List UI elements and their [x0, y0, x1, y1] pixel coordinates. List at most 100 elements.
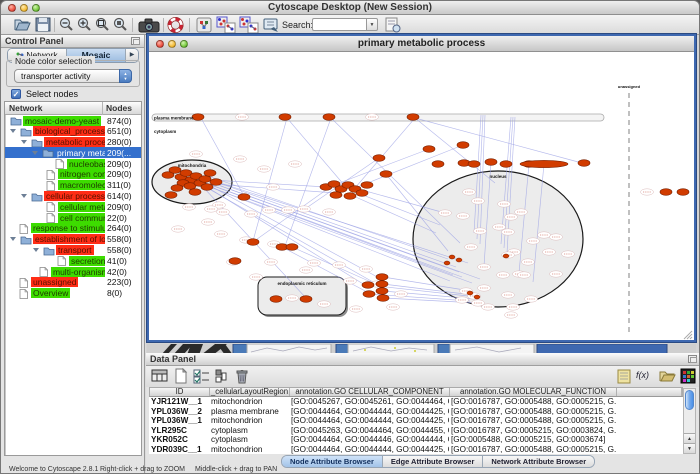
attribute-matrix-icon[interactable]: [214, 368, 228, 385]
network-node-small[interactable]: [456, 258, 462, 262]
network-node-small[interactable]: [467, 291, 473, 295]
zoom-fit-icon[interactable]: [94, 16, 110, 34]
zoom-in-icon[interactable]: [76, 16, 92, 34]
tree-row[interactable]: Overview8(0): [5, 288, 141, 299]
tree-row[interactable]: multi-organism pro42(0): [5, 266, 141, 277]
table-cell[interactable]: [GO:0044464, GO:0044444, GO:0044425, G..…: [289, 407, 449, 417]
network-node[interactable]: [286, 244, 298, 251]
network-node[interactable]: [210, 179, 222, 186]
table-cell[interactable]: mitochondrion: [209, 445, 289, 455]
tree-row[interactable]: mosaic-demo-yeast874(0): [5, 115, 141, 126]
tree-row-label[interactable]: response to stimulu: [31, 223, 105, 233]
tree-row-label[interactable]: transport: [56, 245, 94, 255]
network-node[interactable]: [377, 295, 389, 302]
window-titlebar[interactable]: Cytoscape Desktop (New Session): [1, 1, 699, 15]
tree-row-label[interactable]: nucleobase-: [67, 159, 105, 169]
select-nodes-checkbox[interactable]: ✓: [11, 89, 21, 99]
tree-row[interactable]: establishment of lo558(0): [5, 234, 141, 245]
column-header[interactable]: _cellularLayoutRegion: [210, 388, 290, 396]
tree-row-label[interactable]: multi-organism pro: [51, 267, 105, 277]
select-attributes-icon[interactable]: [193, 368, 211, 385]
network-node-small[interactable]: [474, 295, 480, 299]
network-canvas[interactable]: plasma membranecytoplasmmitochondrianucl…: [150, 53, 693, 340]
import-attributes-icon[interactable]: [658, 368, 677, 385]
network-node[interactable]: [270, 296, 282, 303]
node-color-dropdown[interactable]: transporter activity ▲▼: [14, 69, 132, 83]
tree-row[interactable]: nitrogen compo209(0): [5, 169, 141, 180]
network-node[interactable]: [578, 160, 590, 167]
tree-row[interactable]: cellular process614(0): [5, 191, 141, 202]
snapshot-icon[interactable]: [138, 16, 161, 34]
network-node[interactable]: [376, 288, 388, 295]
table-row[interactable]: YPL036W__2plasma membrane[GO:0044464, GO…: [149, 407, 683, 417]
network-node[interactable]: [423, 146, 435, 153]
resize-grip[interactable]: [690, 337, 692, 339]
tree-row[interactable]: unassigned223(0): [5, 277, 141, 288]
tree-row[interactable]: metabolic process280(0): [5, 137, 141, 148]
float-panel-icon[interactable]: [131, 37, 140, 45]
tree-row-label[interactable]: establishment of lo: [33, 234, 105, 244]
tree-row-label[interactable]: cellular metabol: [58, 202, 105, 212]
network-edge[interactable]: [207, 187, 368, 287]
tree-row-label[interactable]: cell communicat: [58, 213, 105, 223]
network-node[interactable]: [201, 184, 213, 191]
network-node[interactable]: [189, 189, 201, 196]
network-node[interactable]: [204, 170, 216, 177]
table-cell[interactable]: cytoplasm: [209, 426, 289, 436]
network-node[interactable]: [356, 190, 368, 197]
zoom-out-icon[interactable]: [58, 16, 74, 34]
attribute-function-icon[interactable]: f(x): [636, 368, 649, 385]
tree-row-label[interactable]: secretion: [69, 256, 105, 266]
network-node[interactable]: [279, 114, 291, 121]
tree-row-label[interactable]: primary metabo: [55, 148, 105, 158]
network-node[interactable]: [376, 274, 388, 281]
table-cell[interactable]: [GO:0016787, GO:0005488, GO:0005215, G..…: [449, 416, 616, 426]
tree-row[interactable]: cell communicat22(0): [5, 212, 141, 223]
tree-row[interactable]: cellular metabol209(0): [5, 201, 141, 212]
table-cell[interactable]: YPL036W__2: [149, 407, 209, 417]
network-view-window[interactable]: primary metabolic process plasma membran…: [147, 34, 696, 342]
expander-icon[interactable]: [21, 194, 27, 198]
network-node[interactable]: [407, 114, 419, 121]
table-cell[interactable]: YKR052C: [149, 435, 209, 445]
network-node[interactable]: [247, 239, 259, 246]
open-session-icon[interactable]: [13, 16, 32, 34]
table-cell[interactable]: mitochondrion: [209, 416, 289, 426]
tree-row[interactable]: secretion41(0): [5, 255, 141, 266]
expander-icon[interactable]: [10, 237, 16, 241]
network-node[interactable]: [660, 189, 672, 196]
help-icon[interactable]: [167, 16, 184, 34]
network-node[interactable]: [344, 193, 356, 200]
network-node[interactable]: [361, 182, 373, 189]
table-cell[interactable]: mitochondrion: [209, 397, 289, 407]
tree-row-label[interactable]: nitrogen compo: [58, 169, 105, 179]
expander-icon[interactable]: [10, 129, 16, 133]
table-cell[interactable]: plasma membrane: [209, 407, 289, 417]
save-session-icon[interactable]: [34, 16, 52, 34]
network-node[interactable]: [373, 155, 385, 162]
network-node[interactable]: [500, 161, 512, 168]
tree-row[interactable]: macromolecule311(0): [5, 180, 141, 191]
tree-row[interactable]: biological_process651(0): [5, 126, 141, 137]
column-header[interactable]: ID: [150, 388, 210, 396]
attribute-batch-icon[interactable]: [680, 368, 696, 385]
table-row[interactable]: YJR121W__1mitochondrion[GO:0045267, GO:0…: [149, 397, 683, 407]
attribute-table-icon[interactable]: [151, 368, 169, 385]
copy-network-style-icon[interactable]: [239, 16, 260, 34]
network-edge[interactable]: [415, 118, 582, 163]
table-cell[interactable]: [GO:0045263, GO:0044464, GO:0044455, G..…: [289, 426, 449, 436]
expander-icon[interactable]: [21, 140, 27, 144]
network-view-titlebar[interactable]: primary metabolic process: [149, 36, 694, 52]
expander-icon[interactable]: [32, 151, 38, 155]
network-node[interactable]: [238, 194, 250, 201]
table-cell[interactable]: [GO:0016787, GO:0005488, GO:0005215, G..…: [449, 397, 616, 407]
copy-network-view-icon[interactable]: [216, 16, 237, 34]
network-node[interactable]: [323, 114, 335, 121]
network-edge[interactable]: [287, 118, 345, 186]
network-node[interactable]: [199, 176, 211, 183]
dropdown-stepper-icon[interactable]: ▲▼: [119, 69, 132, 83]
network-node-cluster[interactable]: [520, 160, 568, 167]
network-node[interactable]: [376, 281, 388, 288]
table-cell[interactable]: [GO:0016787, GO:0005488, GO:0005215, G..…: [449, 445, 616, 455]
table-cell[interactable]: YLR295C: [149, 426, 209, 436]
